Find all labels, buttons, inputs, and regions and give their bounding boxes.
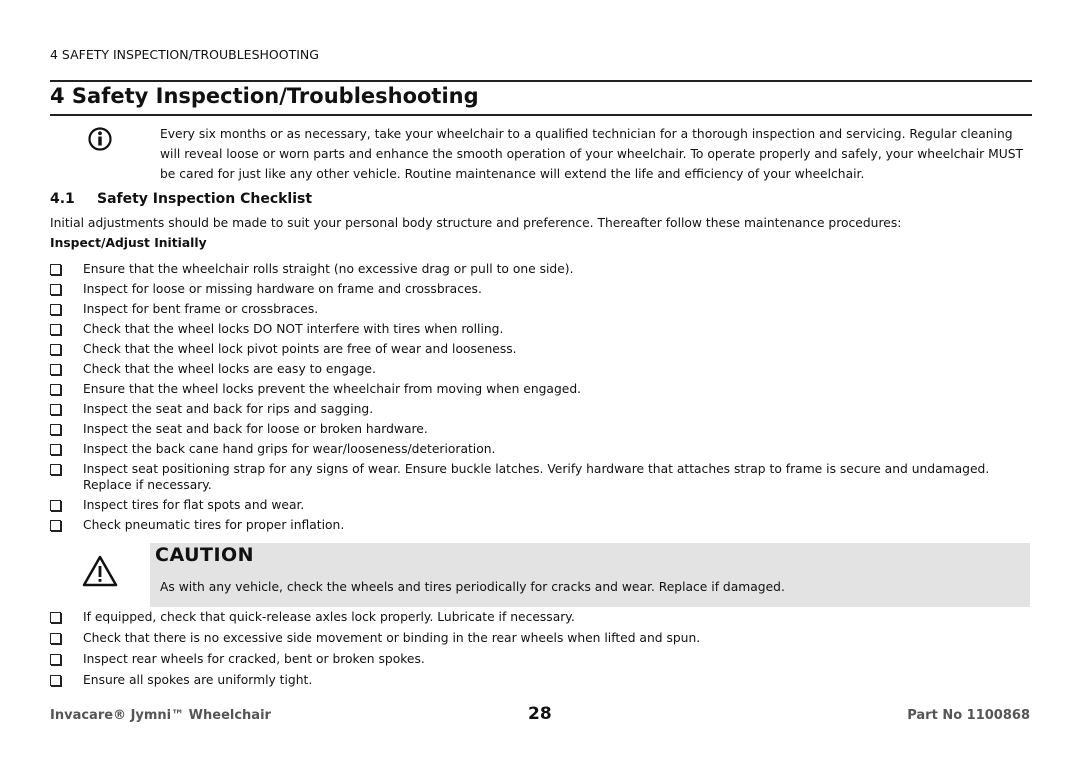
checklist-item-text: Ensure that the wheel locks prevent the … bbox=[83, 382, 582, 396]
checklist-item: Inspect for loose or missing hardware on… bbox=[50, 281, 1030, 297]
checklist-item: Check that there is no excessive side mo… bbox=[50, 630, 1030, 646]
checklist-item-text: Check that the wheel lock pivot points a… bbox=[83, 342, 517, 356]
section-title: Safety Inspection Checklist bbox=[97, 191, 313, 207]
checklist-item: Inspect tires for flat spots and wear. bbox=[50, 497, 1030, 513]
checklist-item: Inspect the seat and back for rips and s… bbox=[50, 401, 1030, 417]
title-rule-top bbox=[50, 80, 1032, 82]
checklist-item: Inspect for bent frame or crossbraces. bbox=[50, 301, 1030, 317]
page-title: 4 Safety Inspection/Troubleshooting bbox=[50, 84, 479, 108]
checkbox-icon bbox=[50, 654, 61, 665]
checklist-item-text: Check that there is no excessive side mo… bbox=[83, 631, 701, 645]
checklist-item: Check that the wheel locks DO NOT interf… bbox=[50, 321, 1030, 337]
checkbox-icon bbox=[50, 304, 61, 315]
checkbox-icon bbox=[50, 444, 61, 455]
checklist-item-text: Inspect seat positioning strap for any s… bbox=[83, 462, 990, 492]
checklist-item-text: Ensure that the wheelchair rolls straigh… bbox=[83, 262, 574, 276]
checklist-item-text: Check that the wheel locks are easy to e… bbox=[83, 362, 376, 376]
checklist-item: Check that the wheel lock pivot points a… bbox=[50, 341, 1030, 357]
checkbox-icon bbox=[50, 364, 61, 375]
checklist-item-text: If equipped, check that quick-release ax… bbox=[83, 610, 575, 624]
checkbox-icon bbox=[50, 284, 61, 295]
checklist-item-text: Check pneumatic tires for proper inflati… bbox=[83, 518, 345, 532]
subheading: Inspect/Adjust Initially bbox=[50, 236, 207, 250]
checklist-item: Ensure that the wheel locks prevent the … bbox=[50, 381, 1030, 397]
checklist-item: If equipped, check that quick-release ax… bbox=[50, 609, 1030, 625]
checklist-item: Check that the wheel locks are easy to e… bbox=[50, 361, 1030, 377]
checkbox-icon bbox=[50, 424, 61, 435]
section-heading: 4.1 Safety Inspection Checklist bbox=[50, 191, 312, 207]
checklist-item: Check pneumatic tires for proper inflati… bbox=[50, 517, 1030, 533]
warning-triangle-icon bbox=[82, 555, 118, 587]
intro-text: Initial adjustments should be made to su… bbox=[50, 216, 902, 230]
running-header: 4 SAFETY INSPECTION/TROUBLESHOOTING bbox=[50, 47, 319, 62]
caution-box bbox=[150, 543, 1030, 607]
checklist-item: Ensure all spokes are uniformly tight. bbox=[50, 672, 1030, 688]
checklist-item-text: Ensure all spokes are uniformly tight. bbox=[83, 673, 313, 687]
checklist-item-text: Inspect the seat and back for rips and s… bbox=[83, 402, 374, 416]
section-number: 4.1 bbox=[50, 191, 75, 207]
checkbox-icon bbox=[50, 404, 61, 415]
checkbox-icon bbox=[50, 344, 61, 355]
checklist-wheels: If equipped, check that quick-release ax… bbox=[50, 609, 1030, 693]
checkbox-icon bbox=[50, 675, 61, 686]
checklist-item: Inspect the seat and back for loose or b… bbox=[50, 421, 1030, 437]
checklist-item: Inspect rear wheels for cracked, bent or… bbox=[50, 651, 1030, 667]
checkbox-icon bbox=[50, 324, 61, 335]
checkbox-icon bbox=[50, 500, 61, 511]
caution-text: As with any vehicle, check the wheels an… bbox=[160, 580, 785, 594]
checklist-item-text: Inspect the back cane hand grips for wea… bbox=[83, 442, 496, 456]
checkbox-icon bbox=[50, 384, 61, 395]
checklist-item: Ensure that the wheelchair rolls straigh… bbox=[50, 261, 1030, 277]
checkbox-icon bbox=[50, 464, 61, 475]
checkbox-icon bbox=[50, 612, 61, 623]
title-rule-bottom bbox=[50, 114, 1032, 116]
footer-product: Invacare® Jymni™ Wheelchair bbox=[50, 708, 271, 723]
checkbox-icon bbox=[50, 520, 61, 531]
info-note: Every six months or as necessary, take y… bbox=[160, 127, 1024, 181]
page-number: 28 bbox=[528, 704, 552, 724]
caution-title: CAUTION bbox=[155, 544, 255, 566]
checklist-item-text: Inspect rear wheels for cracked, bent or… bbox=[83, 652, 425, 666]
checklist-item: Inspect the back cane hand grips for wea… bbox=[50, 441, 1030, 457]
footer-part-number: Part No 1100868 bbox=[907, 708, 1030, 723]
checklist-item-text: Inspect for bent frame or crossbraces. bbox=[83, 302, 319, 316]
checkbox-icon bbox=[50, 264, 61, 275]
checklist-item-text: Check that the wheel locks DO NOT interf… bbox=[83, 322, 504, 336]
manual-page: 4 SAFETY INSPECTION/TROUBLESHOOTING 4 Sa… bbox=[0, 0, 1080, 762]
checklist-item-text: Inspect tires for flat spots and wear. bbox=[83, 498, 305, 512]
checklist-initial: Ensure that the wheelchair rolls straigh… bbox=[50, 261, 1030, 537]
checklist-item: Inspect seat positioning strap for any s… bbox=[50, 461, 1030, 493]
checkbox-icon bbox=[50, 633, 61, 644]
info-circle-icon bbox=[88, 127, 112, 151]
checklist-item-text: Inspect the seat and back for loose or b… bbox=[83, 422, 428, 436]
checklist-item-text: Inspect for loose or missing hardware on… bbox=[83, 282, 482, 296]
